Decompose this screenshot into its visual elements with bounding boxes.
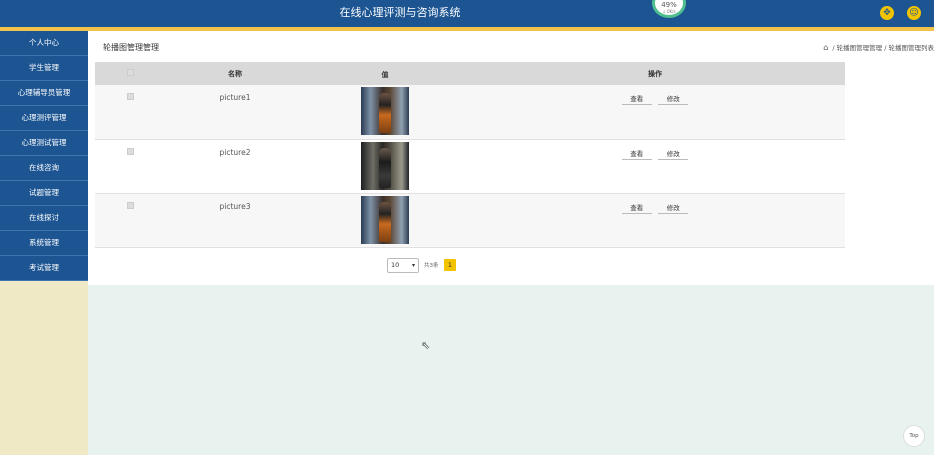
carousel-thumbnail: [361, 195, 409, 244]
sidebar-item-online-discussion[interactable]: 在线探讨: [0, 206, 88, 231]
edit-button[interactable]: 修改: [658, 148, 689, 160]
sidebar-item-exam-management[interactable]: 考试管理: [0, 256, 88, 281]
carousel-thumbnail: [361, 141, 409, 190]
page-title: 轮播图管理管理: [103, 43, 159, 52]
table-header-row: 名称 值 操作: [95, 62, 845, 85]
table-row: picture2 查看 修改: [95, 139, 845, 193]
view-button[interactable]: 查看: [621, 148, 652, 160]
carousel-thumbnail: [361, 87, 409, 135]
column-header-value: 值: [381, 70, 389, 79]
table-row: picture1 查看 修改: [95, 85, 845, 139]
sidebar-item-system-management[interactable]: 系统管理: [0, 231, 88, 256]
page-size-value: 10: [391, 261, 400, 269]
sidebar-item-assessment-management[interactable]: 心理测评管理: [0, 106, 88, 131]
gauge-value: 49%: [661, 1, 677, 9]
sidebar-item-student-management[interactable]: 学生管理: [0, 56, 88, 81]
sidebar-item-question-management[interactable]: 试题管理: [0, 181, 88, 206]
breadcrumb: ⌂ / 轮播图管理管理 / 轮播图管理列表: [823, 43, 934, 52]
carousel-table: 名称 值 操作 picture1 查看 修改 picture2 查看 修改 pi…: [95, 62, 845, 248]
table-row: picture3 查看 修改: [95, 193, 845, 247]
sidebar-item-counselor-management[interactable]: 心理辅导员管理: [0, 81, 88, 106]
content-card: 轮播图管理管理 ⌂ / 轮播图管理管理 / 轮播图管理列表 名称 值 操作 pi…: [88, 31, 934, 285]
row-name: picture3: [219, 201, 251, 211]
home-icon[interactable]: ⌂: [823, 43, 828, 52]
edit-button[interactable]: 修改: [658, 93, 689, 105]
select-all-checkbox[interactable]: [126, 69, 134, 76]
row-checkbox[interactable]: [126, 93, 134, 100]
back-to-top-button[interactable]: Top: [903, 425, 925, 447]
expand-icon[interactable]: ✥: [880, 6, 894, 20]
total-count: 共3条: [424, 263, 439, 269]
page-number-button[interactable]: 1: [444, 259, 456, 271]
row-checkbox[interactable]: [126, 147, 134, 155]
sidebar-item-personal-center[interactable]: 个人中心: [0, 31, 88, 56]
page-size-select[interactable]: 10 ▾: [387, 258, 419, 273]
sidebar-item-online-consultation[interactable]: 在线咨询: [0, 156, 88, 181]
breadcrumb-item: 轮播图管理列表: [888, 44, 934, 52]
column-header-actions: 操作: [648, 69, 662, 78]
row-checkbox[interactable]: [126, 201, 134, 209]
sidebar-item-test-management[interactable]: 心理测试管理: [0, 131, 88, 156]
top-header: 在线心理评测与咨询系统 49% ↓ 0K/s ✥ ☺: [0, 0, 934, 27]
view-button[interactable]: 查看: [621, 93, 652, 105]
chevron-down-icon: ▾: [411, 262, 415, 269]
edit-button[interactable]: 修改: [658, 202, 689, 214]
row-name: picture1: [219, 93, 251, 102]
breadcrumb-item[interactable]: 轮播图管理管理: [837, 44, 883, 52]
view-button[interactable]: 查看: [621, 202, 652, 214]
mouse-cursor-icon: ⇖: [421, 339, 431, 352]
column-header-name: 名称: [228, 69, 242, 78]
row-name: picture2: [219, 147, 251, 157]
gauge-subtext: ↓ 0K/s: [662, 9, 676, 14]
user-icon[interactable]: ☺: [907, 6, 921, 20]
sidebar: 个人中心 学生管理 心理辅导员管理 心理测评管理 心理测试管理 在线咨询 试题管…: [0, 31, 88, 455]
